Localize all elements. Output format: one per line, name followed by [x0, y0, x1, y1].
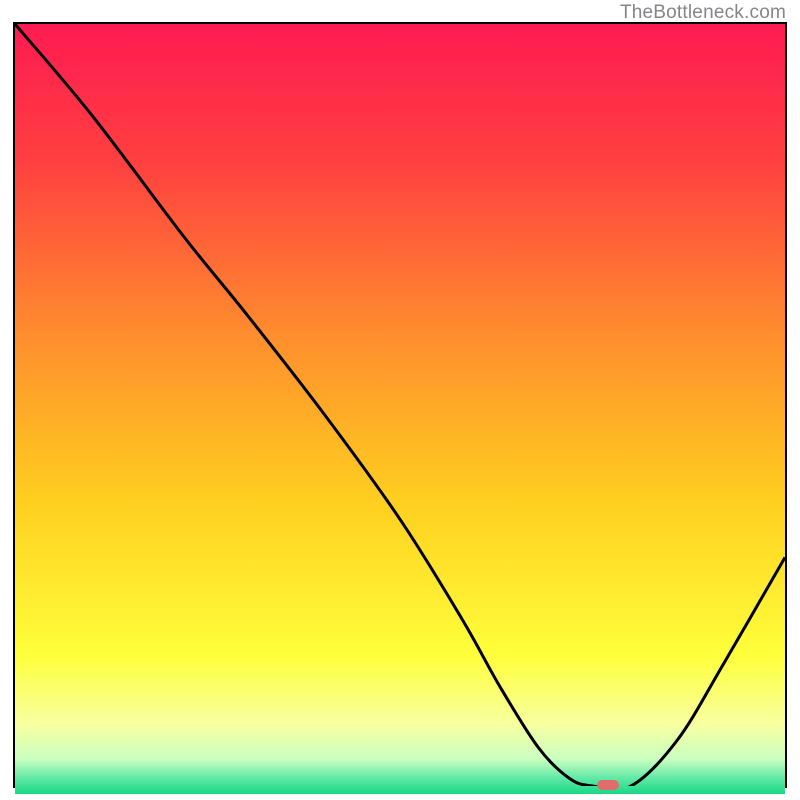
chart-frame [13, 22, 787, 788]
watermark-text: TheBottleneck.com [620, 2, 786, 24]
bottleneck-curve [15, 24, 785, 786]
optimal-marker [597, 780, 619, 790]
